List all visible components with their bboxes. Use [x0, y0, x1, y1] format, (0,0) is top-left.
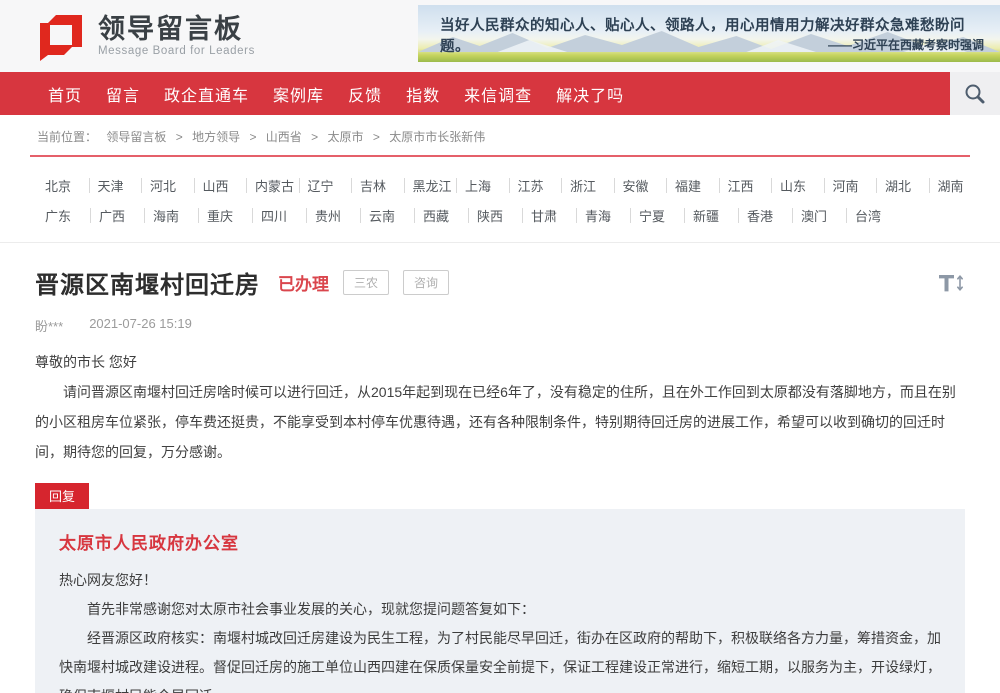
province-link[interactable]: 台湾 — [855, 208, 901, 223]
post-detail: 晋源区南堰村回迁房 已办理 三农 咨询 盼*** 2021-07-26 15:1… — [0, 243, 1000, 693]
province-link[interactable]: 福建 — [675, 178, 720, 193]
nav-item-home[interactable]: 首页 — [48, 82, 82, 106]
province-row-1: 北京 天津 河北 山西 内蒙古 辽宁 吉林 黑龙江 上海 江苏 浙江 安徽 福建… — [45, 170, 990, 200]
province-link[interactable]: 天津 — [98, 178, 143, 193]
province-link[interactable]: 内蒙古 — [255, 178, 300, 193]
breadcrumb-separator: > — [373, 130, 380, 144]
province-link[interactable]: 陕西 — [477, 208, 523, 223]
province-link[interactable]: 湖北 — [885, 178, 930, 193]
nav-item-survey[interactable]: 来信调查 — [464, 82, 532, 106]
reply-paragraph: 首先非常感谢您对太原市社会事业发展的关心，现就您提问题答复如下： — [59, 595, 941, 624]
breadcrumb: 当前位置： 领导留言板 > 地方领导 > 山西省 > 太原市 > 太原市市长张新… — [0, 115, 1000, 155]
province-link[interactable]: 海南 — [153, 208, 199, 223]
page: 领导留言板 Message Board for Leaders 当好人民群众的知… — [0, 0, 1000, 693]
province-link[interactable]: 黑龙江 — [413, 178, 458, 193]
nav-items: 首页 留言 政企直通车 案例库 反馈 指数 来信调查 解决了吗 — [0, 72, 624, 115]
reply-paragraph: 经晋源区政府核实：南堰村城改回迁房建设为民生工程，为了村民能尽早回迁，街办在区政… — [59, 624, 941, 693]
message-board-logo-icon — [36, 10, 86, 62]
site-header: 领导留言板 Message Board for Leaders 当好人民群众的知… — [0, 0, 1000, 72]
post-author: 盼*** — [35, 316, 63, 335]
search-icon — [963, 82, 987, 106]
province-link[interactable]: 浙江 — [570, 178, 615, 193]
province-link[interactable]: 山西 — [203, 178, 248, 193]
breadcrumb-separator: > — [176, 130, 183, 144]
breadcrumb-separator: > — [249, 130, 256, 144]
post-meta: 盼*** 2021-07-26 15:19 — [35, 316, 965, 335]
breadcrumb-item-taiyuan[interactable]: 太原市 — [328, 130, 364, 144]
province-link[interactable]: 甘肃 — [531, 208, 577, 223]
province-link[interactable]: 云南 — [369, 208, 415, 223]
province-link[interactable]: 宁夏 — [639, 208, 685, 223]
tag-inquiry: 咨询 — [403, 270, 449, 295]
nav-item-messages[interactable]: 留言 — [106, 82, 140, 106]
tag-agriculture: 三农 — [343, 270, 389, 295]
province-link[interactable]: 安徽 — [623, 178, 668, 193]
site-logo[interactable]: 领导留言板 Message Board for Leaders — [36, 10, 255, 62]
province-link[interactable]: 湖南 — [938, 178, 982, 193]
main-nav: 首页 留言 政企直通车 案例库 反馈 指数 来信调查 解决了吗 — [0, 72, 1000, 115]
province-link[interactable]: 西藏 — [423, 208, 469, 223]
nav-item-feedback[interactable]: 反馈 — [348, 82, 382, 106]
logo-title: 领导留言板 — [98, 15, 255, 43]
breadcrumb-item-local-leaders[interactable]: 地方领导 — [192, 130, 240, 144]
post-greeting: 尊敬的市长 您好 — [35, 347, 965, 377]
province-link[interactable]: 江苏 — [518, 178, 563, 193]
reply-box: 太原市人民政府办公室 热心网友您好！ 首先非常感谢您对太原市社会事业发展的关心，… — [35, 509, 965, 693]
province-link[interactable]: 广东 — [45, 208, 91, 223]
province-link[interactable]: 澳门 — [801, 208, 847, 223]
province-link[interactable]: 北京 — [45, 178, 90, 193]
search-button[interactable] — [950, 72, 1000, 115]
post-timestamp: 2021-07-26 15:19 — [89, 316, 192, 335]
breadcrumb-separator: > — [311, 130, 318, 144]
province-row-2: 广东 广西 海南 重庆 四川 贵州 云南 西藏 陕西 甘肃 青海 宁夏 新疆 香… — [45, 200, 990, 230]
province-link[interactable]: 河北 — [150, 178, 195, 193]
breadcrumb-item-root[interactable]: 领导留言板 — [106, 130, 166, 144]
province-link[interactable]: 山东 — [780, 178, 825, 193]
logo-subtitle: Message Board for Leaders — [98, 45, 255, 57]
reply-badge: 回复 — [35, 483, 89, 509]
province-link[interactable]: 江西 — [728, 178, 773, 193]
post-content: 请问晋源区南堰村回迁房啥时候可以进行回迁，从2015年起到现在已经6年了，没有稳… — [35, 377, 965, 467]
nav-item-index[interactable]: 指数 — [406, 82, 440, 106]
province-link[interactable]: 辽宁 — [308, 178, 353, 193]
province-link[interactable]: 青海 — [585, 208, 631, 223]
banner-attribution: ——习近平在西藏考察时强调 — [828, 36, 984, 53]
breadcrumb-prefix: 当前位置： — [37, 130, 97, 144]
breadcrumb-item-shanxi[interactable]: 山西省 — [266, 130, 302, 144]
post-title-row: 晋源区南堰村回迁房 已办理 三农 咨询 — [35, 243, 965, 300]
province-link[interactable]: 新疆 — [693, 208, 739, 223]
province-link[interactable]: 重庆 — [207, 208, 253, 223]
post-body: 尊敬的市长 您好 请问晋源区南堰村回迁房啥时候可以进行回迁，从2015年起到现在… — [35, 347, 965, 467]
post-title: 晋源区南堰村回迁房 — [35, 265, 260, 300]
province-link[interactable]: 广西 — [99, 208, 145, 223]
province-link[interactable]: 四川 — [261, 208, 307, 223]
logo-text: 领导留言板 Message Board for Leaders — [98, 15, 255, 57]
province-link[interactable]: 香港 — [747, 208, 793, 223]
nav-item-cases[interactable]: 案例库 — [273, 82, 324, 106]
status-badge: 已办理 — [278, 270, 329, 295]
font-size-icon[interactable] — [937, 273, 965, 293]
header-banner: 当好人民群众的知心人、贴心人、领路人，用心用情用力解决好群众急难愁盼问题。 ——… — [418, 5, 1000, 62]
province-link[interactable]: 贵州 — [315, 208, 361, 223]
breadcrumb-item-mayor[interactable]: 太原市市长张新伟 — [389, 130, 485, 144]
reply-paragraph: 热心网友您好！ — [59, 566, 941, 595]
nav-item-resolved[interactable]: 解决了吗 — [556, 82, 624, 106]
province-link[interactable]: 吉林 — [360, 178, 405, 193]
breadcrumb-section: 当前位置： 领导留言板 > 地方领导 > 山西省 > 太原市 > 太原市市长张新… — [0, 115, 1000, 157]
province-links: 北京 天津 河北 山西 内蒙古 辽宁 吉林 黑龙江 上海 江苏 浙江 安徽 福建… — [0, 157, 1000, 243]
reply-department: 太原市人民政府办公室 — [59, 529, 941, 554]
province-link[interactable]: 上海 — [465, 178, 510, 193]
nav-item-enterprise[interactable]: 政企直通车 — [164, 82, 249, 106]
province-link[interactable]: 河南 — [833, 178, 878, 193]
